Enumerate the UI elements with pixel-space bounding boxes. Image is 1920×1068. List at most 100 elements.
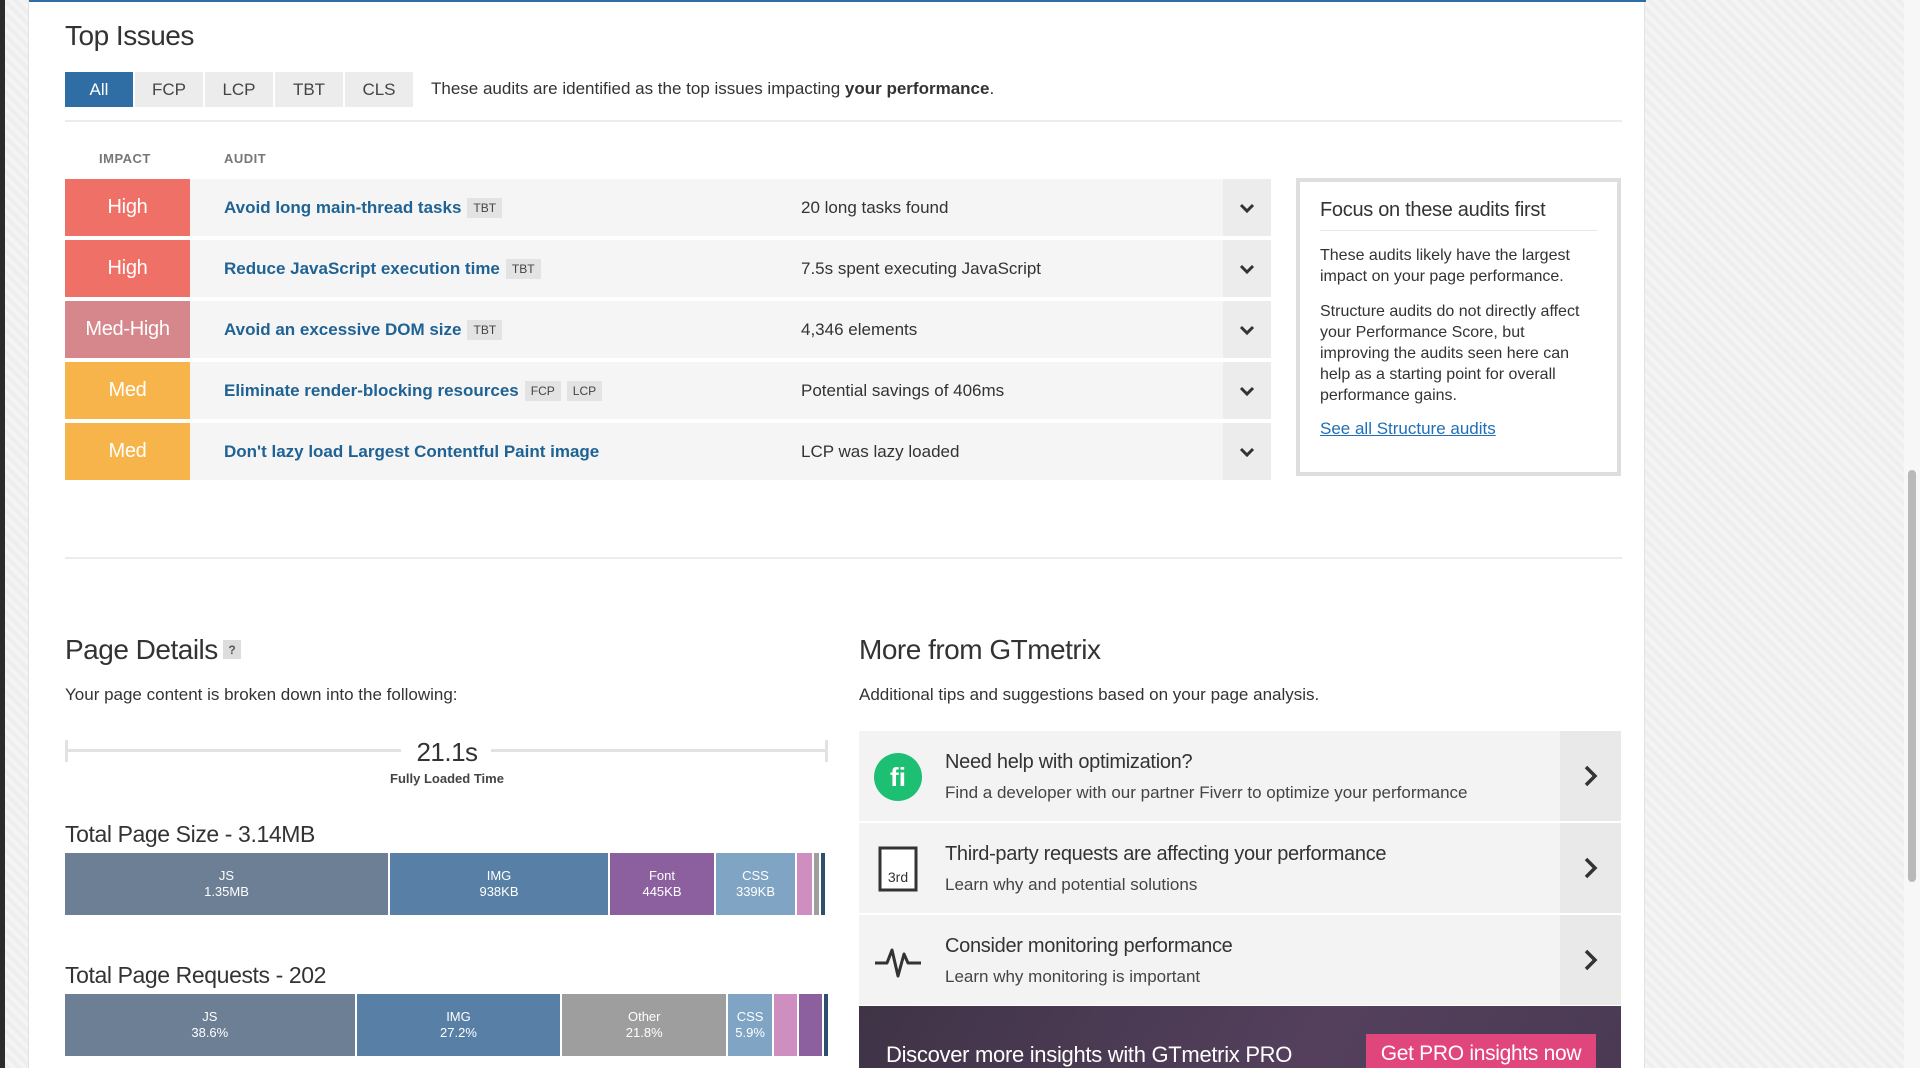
- fully-loaded-value: 21.1s: [416, 737, 478, 767]
- segment-value: 938KB: [479, 884, 519, 899]
- breakdown-segment[interactable]: [824, 994, 828, 1056]
- window-edge: [0, 0, 5, 1068]
- chevron-right-icon[interactable]: [1560, 823, 1621, 913]
- breakdown-segment[interactable]: Other 21.8%: [562, 994, 727, 1056]
- audit-title-link[interactable]: Eliminate render-blocking resources FCP LC…: [224, 362, 603, 419]
- tab-fcp[interactable]: FCP: [135, 72, 203, 107]
- tab-tbt[interactable]: TBT: [275, 72, 343, 107]
- section-divider: [65, 120, 1622, 122]
- audit-row[interactable]: High Avoid long main-thread tasks TBT 20 lo…: [65, 179, 1271, 236]
- audit-title-link[interactable]: Don't lazy load Largest Contentful Paint…: [224, 423, 599, 480]
- audit-detail: 7.5s spent executing JavaScript: [801, 258, 1042, 278]
- segment-label: JS: [202, 1009, 218, 1024]
- breakdown-segment[interactable]: Font 445KB: [610, 853, 714, 915]
- breakdown-segment[interactable]: IMG 938KB: [390, 853, 608, 915]
- get-pro-insights-button[interactable]: Get PRO insights now: [1366, 1034, 1596, 1068]
- focus-paragraph-2: Structure audits do not directly affect …: [1320, 303, 1580, 404]
- audit-title-text: Reduce JavaScript execution time: [224, 258, 500, 278]
- fiverr-icon: fi: [873, 752, 923, 802]
- description-text: These audits are identified as the top i…: [431, 79, 845, 98]
- segment-label: IMG: [486, 868, 512, 883]
- segment-label: Other: [627, 1009, 661, 1024]
- section-divider-2: [65, 557, 1622, 559]
- more-item-title: Consider monitoring performance: [945, 935, 1233, 957]
- tab-all[interactable]: All: [65, 72, 133, 107]
- tab-cls[interactable]: CLS: [345, 72, 413, 107]
- pulse-icon: [873, 936, 923, 986]
- segment-value: 27.2%: [440, 1025, 477, 1040]
- third-party-requests-row[interactable]: 3rd Third-party requests are affecting y…: [859, 823, 1621, 913]
- pro-promo-text: Discover more insights with GTmetrix PRO: [886, 1042, 1293, 1067]
- svg-text:3rd: 3rd: [888, 869, 908, 885]
- fiverr-help-row[interactable]: fi Need help with optimization? Find a d…: [859, 731, 1621, 821]
- segment-label: CSS: [736, 1009, 764, 1024]
- breakdown-segment[interactable]: CSS 5.9%: [728, 994, 773, 1056]
- breakdown-segment[interactable]: JS 38.6%: [65, 994, 355, 1056]
- audit-detail: Potential savings of 406ms: [801, 380, 1005, 400]
- audit-title-link[interactable]: Avoid long main-thread tasks TBT: [224, 179, 503, 236]
- chevron-down-icon[interactable]: [1223, 240, 1271, 297]
- breakdown-segment[interactable]: JS 1.35MB: [65, 853, 388, 915]
- page-requests-breakdown-bar: JS 38.6% IMG 27.2% Other 21.8% CSS 5.9%: [65, 994, 828, 1056]
- breakdown-segment[interactable]: IMG 27.2%: [356, 994, 561, 1056]
- focus-title: Focus on these audits first: [1320, 199, 1597, 231]
- breakdown-segment[interactable]: [797, 853, 812, 915]
- segment-value: 339KB: [735, 884, 776, 899]
- tab-lcp[interactable]: LCP: [205, 72, 273, 107]
- metric-tag: FCP: [524, 380, 561, 401]
- chevron-down-icon[interactable]: [1223, 362, 1271, 419]
- timeline-end: [825, 740, 828, 762]
- chevron-down-icon[interactable]: [1223, 423, 1271, 480]
- metric-tag: LCP: [566, 380, 603, 401]
- segment-label: JS: [218, 868, 235, 883]
- breakdown-segment[interactable]: [799, 994, 822, 1056]
- impact-filter-tabs: All FCP LCP TBT CLS: [65, 72, 415, 107]
- breakdown-segment[interactable]: [814, 853, 819, 915]
- pro-promo-banner: Discover more insights with GTmetrix PRO…: [859, 1006, 1621, 1068]
- top-issues-description: These audits are identified as the top i…: [431, 79, 994, 99]
- audit-row[interactable]: Med Don't lazy load Largest Contentful Pa…: [65, 423, 1271, 480]
- metric-tag: TBT: [467, 319, 503, 340]
- chevron-right-icon[interactable]: [1560, 731, 1621, 821]
- help-icon[interactable]: ?: [223, 640, 241, 659]
- audit-title-text: Avoid an excessive DOM size: [224, 319, 462, 339]
- audit-row[interactable]: High Reduce JavaScript execution time TBT 7…: [65, 240, 1271, 297]
- description-bold: your performance: [844, 79, 990, 98]
- audit-detail: 4,346 elements: [801, 319, 918, 339]
- page-details-subtitle: Your page content is broken down into th…: [65, 685, 458, 704]
- more-item-sub: Learn why and potential solutions: [945, 875, 1198, 894]
- focus-paragraph-1: These audits likely have the largest imp…: [1320, 247, 1570, 285]
- scrollbar[interactable]: [1904, 0, 1920, 1068]
- audit-detail: 20 long tasks found: [801, 197, 949, 217]
- fully-loaded-label: Fully Loaded Time: [390, 771, 504, 786]
- metric-tag: TBT: [505, 258, 541, 279]
- page-details-title: Page Details: [65, 634, 218, 665]
- audit-row[interactable]: Med Eliminate render-blocking resources FC…: [65, 362, 1271, 419]
- see-all-structure-audits-link[interactable]: See all Structure audits: [1320, 419, 1496, 439]
- audit-title-link[interactable]: Reduce JavaScript execution time TBT: [224, 240, 541, 297]
- audit-title-link[interactable]: Avoid an excessive DOM size TBT: [224, 301, 503, 358]
- segment-value: 445KB: [642, 884, 682, 899]
- chevron-down-icon[interactable]: [1223, 301, 1271, 358]
- more-item-sub: Learn why monitoring is important: [945, 967, 1201, 986]
- chevron-down-icon[interactable]: [1223, 179, 1271, 236]
- more-item-title: Need help with optimization?: [945, 751, 1193, 773]
- breakdown-segment[interactable]: [774, 994, 798, 1056]
- audit-row[interactable]: Med-High Avoid an excessive DOM size TBT 4,…: [65, 301, 1271, 358]
- top-border: [29, 0, 1646, 2]
- total-page-requests-title: Total Page Requests - 202: [65, 962, 327, 988]
- segment-value: 1.35MB: [204, 884, 249, 899]
- scrollbar-thumb[interactable]: [1908, 470, 1916, 882]
- impact-badge: Med: [65, 362, 190, 419]
- description-suffix: .: [989, 79, 995, 98]
- report-panel: Top Issues All FCP LCP TBT CLS These aud…: [28, 0, 1646, 1068]
- chevron-right-icon[interactable]: [1560, 915, 1621, 1005]
- svg-text:fi: fi: [890, 762, 906, 792]
- total-page-size-title: Total Page Size - 3.14MB: [65, 821, 315, 847]
- metric-tag: TBT: [467, 197, 503, 218]
- top-issues-title: Top Issues: [65, 20, 194, 51]
- breakdown-segment[interactable]: CSS 339KB: [716, 853, 795, 915]
- breakdown-segment[interactable]: [821, 853, 825, 915]
- more-subtitle: Additional tips and suggestions based on…: [859, 685, 1320, 704]
- monitoring-performance-row[interactable]: Consider monitoring performance Learn wh…: [859, 915, 1621, 1005]
